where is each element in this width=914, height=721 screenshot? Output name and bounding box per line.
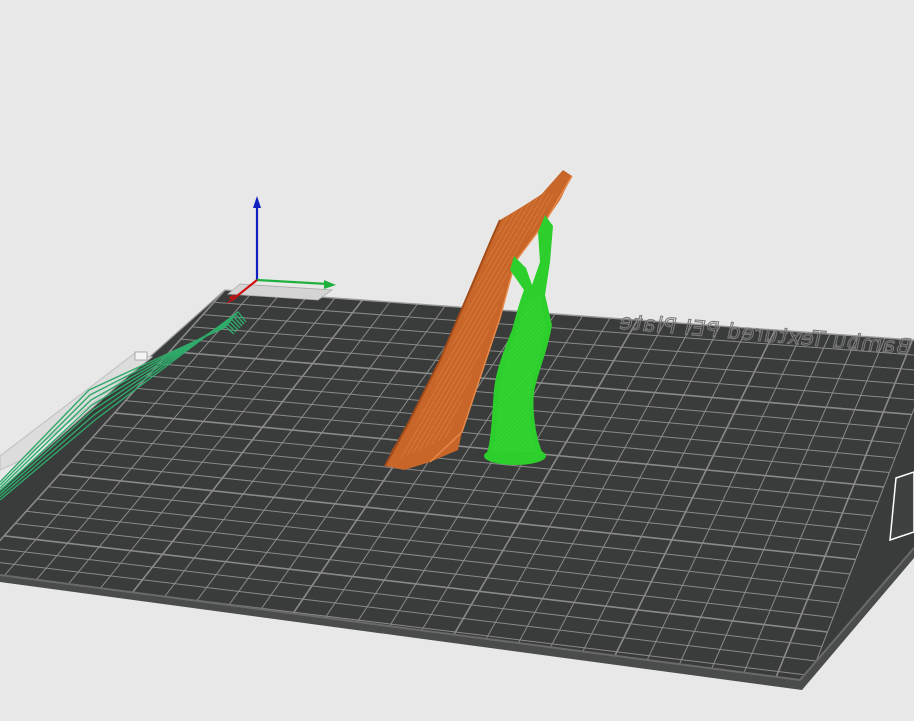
scene-canvas[interactable]: Bambu Textured PEI Plate [0, 0, 914, 721]
y-axis-arrow-icon [324, 280, 336, 289]
3d-viewport[interactable]: Bambu Textured PEI Plate [0, 0, 914, 721]
excluded-area-marker [134, 351, 148, 361]
y-axis [256, 278, 329, 286]
z-axis-arrow-icon [253, 196, 261, 208]
